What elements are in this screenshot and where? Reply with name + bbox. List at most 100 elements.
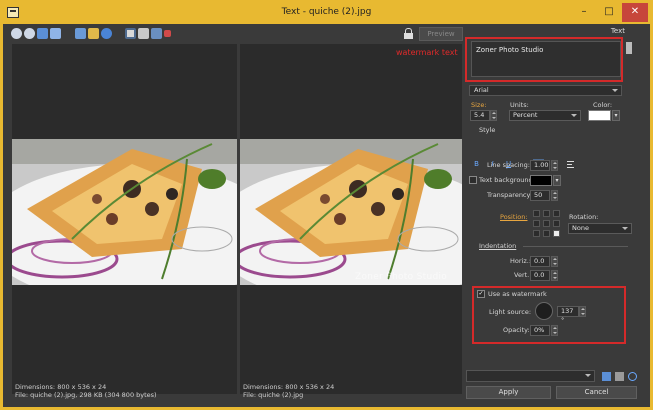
- original-dimensions: Dimensions: 800 x 536 x 24: [15, 383, 107, 391]
- opacity-stepper[interactable]: [551, 325, 558, 336]
- background-picker-icon[interactable]: ▾: [553, 175, 561, 186]
- use-watermark-checkbox[interactable]: ✓: [477, 290, 485, 298]
- rotation-select[interactable]: None: [568, 223, 632, 234]
- client-area: Preview Zoner Photo Studio watermark tex…: [3, 24, 650, 407]
- align-right-button[interactable]: [565, 159, 576, 170]
- minimize-button[interactable]: –: [572, 3, 596, 22]
- stop-icon[interactable]: [164, 30, 171, 37]
- text-background-swatch[interactable]: [530, 175, 552, 186]
- zoom-out-icon[interactable]: [24, 28, 35, 39]
- color-swatch[interactable]: [588, 110, 611, 121]
- watermark-preview-pane[interactable]: Zoner Photo Studio: [240, 44, 462, 394]
- info-icon[interactable]: [101, 28, 112, 39]
- position-bottom-left[interactable]: [533, 230, 540, 237]
- light-source-field[interactable]: 137 °: [557, 306, 579, 324]
- folder-icon[interactable]: [88, 28, 99, 39]
- original-preview-pane[interactable]: [12, 44, 237, 394]
- original-file-info: File: quiche (2).jpg, 298 KB (304 800 by…: [15, 391, 157, 399]
- line-spacing-field[interactable]: 1.00: [530, 160, 550, 171]
- horiz-label: Horiz.:: [510, 257, 532, 265]
- line-spacing-stepper[interactable]: [551, 160, 558, 171]
- opacity-field[interactable]: 0%: [530, 325, 550, 336]
- close-button[interactable]: ✕: [622, 3, 648, 22]
- preview-status: Dimensions: 800 x 536 x 24 File: quiche …: [243, 383, 334, 399]
- original-photo: [12, 139, 237, 285]
- quiche-photo-original: [12, 139, 237, 285]
- line-spacing-label: Line spacing:: [487, 161, 530, 169]
- window-title: Text - quiche (2).jpg: [281, 7, 372, 17]
- rotation-value: None: [572, 224, 589, 232]
- maximize-button[interactable]: □: [597, 3, 621, 22]
- rotation-label: Rotation:: [569, 213, 599, 221]
- manage-presets-icon[interactable]: [615, 372, 624, 381]
- position-top-left[interactable]: [533, 210, 540, 217]
- units-value: Percent: [513, 111, 538, 119]
- chevron-down-icon: [612, 89, 618, 92]
- chevron-down-icon: [571, 114, 577, 117]
- text-background-checkbox[interactable]: [469, 176, 477, 184]
- indentation-divider: [523, 246, 628, 247]
- align-right-icon: [567, 161, 574, 168]
- zoom-in-icon[interactable]: [11, 28, 22, 39]
- zoom-100-icon[interactable]: [37, 28, 48, 39]
- size-stepper[interactable]: [490, 110, 497, 121]
- vert-stepper[interactable]: [551, 270, 558, 281]
- size-field[interactable]: 5.4: [470, 110, 490, 121]
- preset-select[interactable]: [466, 370, 595, 382]
- toolbar: Preview: [3, 24, 463, 44]
- light-source-dial[interactable]: [535, 302, 553, 320]
- save-preset-icon[interactable]: [602, 372, 611, 381]
- color-label: Color:: [593, 101, 613, 109]
- chevron-down-icon: [585, 374, 591, 377]
- preview-button[interactable]: Preview: [419, 27, 463, 41]
- apply-button[interactable]: Apply: [466, 386, 551, 399]
- color-picker-icon[interactable]: ▾: [612, 110, 620, 121]
- bold-button[interactable]: B: [471, 159, 482, 170]
- panel-expand-button[interactable]: [626, 42, 632, 54]
- units-label: Units:: [510, 101, 529, 109]
- position-grid[interactable]: [533, 210, 561, 238]
- position-middle-right[interactable]: [553, 220, 560, 227]
- vert-label: Vert.:: [514, 271, 532, 279]
- cancel-button[interactable]: Cancel: [556, 386, 637, 399]
- single-view-icon[interactable]: [151, 28, 162, 39]
- watermark-annotation-label: watermark text: [396, 48, 458, 57]
- split-vertical-icon[interactable]: [125, 28, 136, 39]
- quiche-photo-watermarked: [240, 139, 462, 285]
- split-horizontal-icon[interactable]: [138, 28, 149, 39]
- transparency-field[interactable]: 50: [530, 190, 550, 201]
- horiz-field[interactable]: 0.0: [530, 256, 550, 267]
- size-label: Size:: [471, 101, 487, 109]
- position-center[interactable]: [543, 220, 550, 227]
- original-status: Dimensions: 800 x 536 x 24 File: quiche …: [15, 383, 157, 399]
- light-source-stepper[interactable]: [579, 306, 586, 317]
- light-source-label: Light source:: [489, 308, 532, 316]
- position-bottom-center[interactable]: [543, 230, 550, 237]
- lock-icon[interactable]: [404, 28, 413, 39]
- units-select[interactable]: Percent: [509, 110, 581, 121]
- use-watermark-label: Use as watermark: [488, 290, 547, 298]
- position-top-right[interactable]: [553, 210, 560, 217]
- title-bar[interactable]: Text - quiche (2).jpg – □ ✕: [3, 3, 650, 24]
- position-middle-left[interactable]: [533, 220, 540, 227]
- panel-title: Text: [610, 27, 625, 35]
- app-window: Text - quiche (2).jpg – □ ✕ Preview Zone…: [0, 0, 653, 410]
- style-label: Style: [479, 126, 496, 134]
- watermark-overlay-text: Zoner Photo Studio: [355, 272, 448, 282]
- font-select[interactable]: Arial: [469, 85, 622, 96]
- image-icon[interactable]: [75, 28, 86, 39]
- text-settings-panel: Text Zoner Photo Studio Arial Size: 5.4 …: [465, 24, 650, 407]
- position-top-center[interactable]: [543, 210, 550, 217]
- preview-file-info: File: quiche (2).jpg: [243, 391, 304, 399]
- position-bottom-right[interactable]: [553, 230, 560, 237]
- opacity-label: Opacity:: [503, 326, 530, 334]
- fit-window-icon[interactable]: [50, 28, 61, 39]
- text-highlight-box: [465, 37, 623, 82]
- indentation-label: Indentation: [479, 242, 517, 250]
- transparency-label: Transparency:: [487, 191, 533, 199]
- transparency-stepper[interactable]: [551, 190, 558, 201]
- horiz-stepper[interactable]: [551, 256, 558, 267]
- reset-icon[interactable]: [628, 372, 637, 381]
- vert-field[interactable]: 0.0: [530, 270, 550, 281]
- chevron-down-icon: [622, 227, 628, 230]
